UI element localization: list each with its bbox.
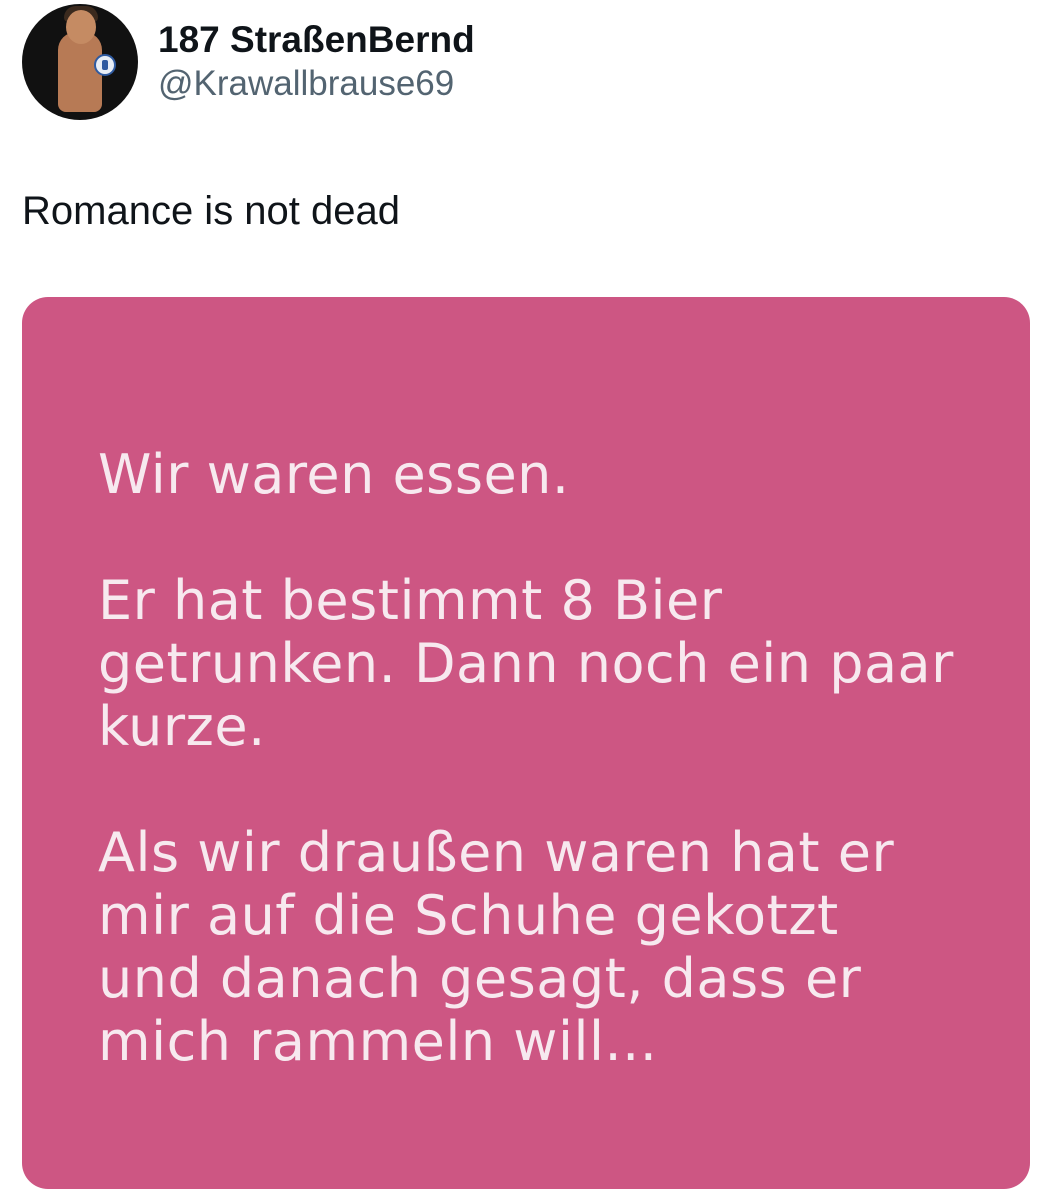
author-display-name[interactable]: 187 StraßenBernd [158, 18, 475, 62]
media-paragraph: Als wir draußen waren hat er mir auf die… [98, 821, 895, 1073]
author-handle[interactable]: @Krawallbrause69 [158, 62, 475, 106]
avatar-torso [58, 32, 102, 112]
media-paragraph: Wir waren essen. [98, 443, 570, 506]
avatar-badge [94, 54, 116, 76]
media-text: Wir waren essen. Er hat bestimmt 8 Bier … [98, 443, 958, 1073]
tweet-media-image[interactable]: Wir waren essen. Er hat bestimmt 8 Bier … [22, 297, 1030, 1189]
author-names: 187 StraßenBernd @Krawallbrause69 [158, 18, 475, 106]
tweet-text: Romance is not dead [22, 189, 401, 233]
avatar-head [66, 10, 96, 44]
media-paragraph: Er hat bestimmt 8 Bier getrunken. Dann n… [98, 569, 954, 758]
tweet-header: 187 StraßenBernd @Krawallbrause69 [22, 4, 475, 120]
avatar[interactable] [22, 4, 138, 120]
